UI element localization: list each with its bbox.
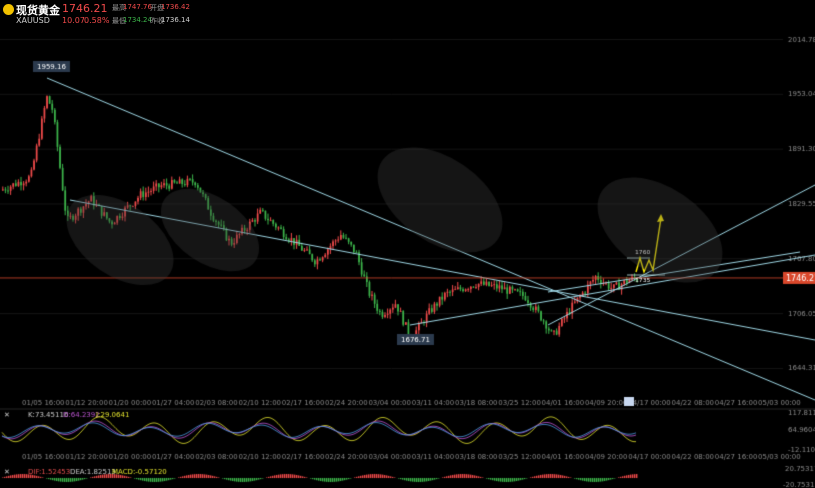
price-change: 10.07 [62,16,85,25]
prev-close-value: 1736.14 [161,16,190,24]
low-value: 1734.24 [123,16,152,24]
quote-header: 现货黄金 XAUUSD 1746.21 10.07 0.58% 最高 1747.… [0,0,300,30]
gold-symbol-icon [3,4,14,15]
last-price: 1746.21 [62,2,108,15]
price-chart-canvas[interactable] [0,0,815,488]
open-value: 1736.42 [161,3,190,11]
high-value: 1747.76 [123,3,152,11]
price-change-pct: 0.58% [84,16,110,25]
symbol-code: XAUUSD [16,16,50,25]
